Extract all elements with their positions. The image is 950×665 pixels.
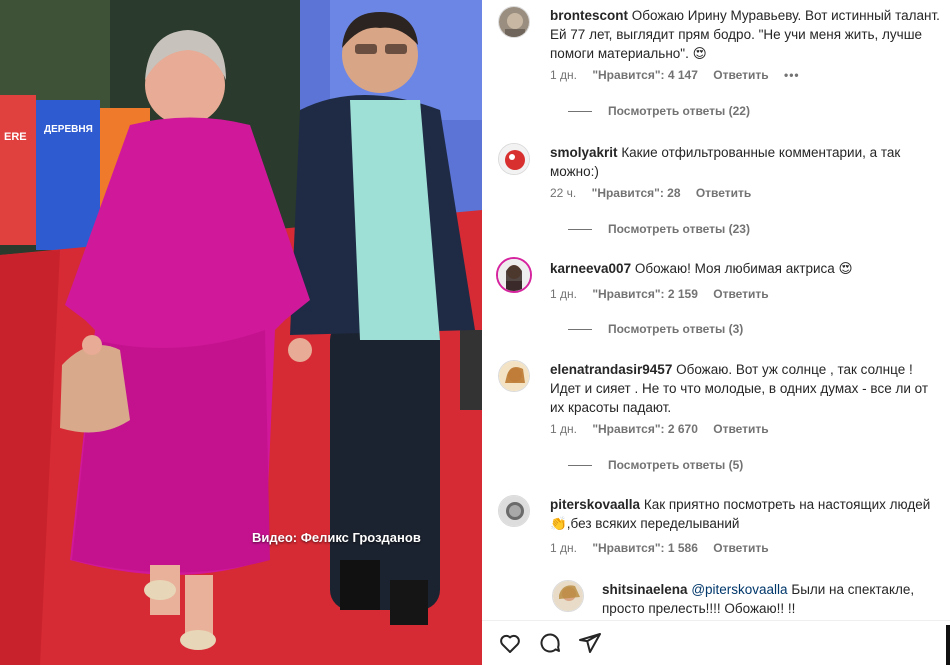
view-replies-button[interactable]: Посмотреть ответы (23)	[568, 222, 750, 236]
comment-username[interactable]: piterskovaalla	[550, 497, 640, 512]
view-replies-button[interactable]: Посмотреть ответы (3)	[568, 322, 743, 336]
avatar-image	[499, 496, 529, 526]
comment-time[interactable]: 1 дн.	[550, 422, 577, 436]
svg-text:ERE: ERE	[4, 131, 27, 143]
comment-meta: 1 дн. "Нравится": 2 159 Ответить	[550, 287, 781, 301]
comment-text-block: brontescont Обожаю Ирину Муравьеву. Вот …	[550, 6, 946, 63]
comment-time[interactable]: 22 ч.	[550, 186, 576, 200]
reply-button[interactable]: Ответить	[713, 541, 768, 555]
comment-username[interactable]: brontescont	[550, 8, 628, 23]
user-avatar[interactable]	[552, 580, 584, 612]
comment-text-block: piterskovaalla Как приятно посмотреть на…	[550, 495, 946, 533]
view-replies-label: Посмотреть ответы (23)	[608, 222, 750, 236]
comment-time[interactable]: 1 дн.	[550, 68, 577, 82]
comment-username[interactable]: karneeva007	[550, 261, 631, 276]
replies-divider	[568, 111, 592, 113]
avatar-image	[499, 361, 529, 391]
comment-username[interactable]: elenatrandasir9457	[550, 362, 672, 377]
svg-text:ДЕРЕВНЯ: ДЕРЕВНЯ	[44, 124, 93, 135]
comment-item: elenatrandasir9457 Обожаю. Вот уж солнце…	[498, 360, 948, 472]
view-replies-button[interactable]: Посмотреть ответы (5)	[568, 458, 743, 472]
avatar-image	[498, 259, 530, 291]
comment-username[interactable]: smolyakrit	[550, 145, 618, 160]
more-options-icon[interactable]: •••	[784, 68, 800, 82]
reply-comment-item: shitsinaelena @piterskovaalla Были на сп…	[552, 580, 942, 620]
comment-time[interactable]: 1 дн.	[550, 287, 577, 301]
replies-divider	[568, 329, 592, 331]
comment-likes[interactable]: "Нравится": 4 147	[592, 68, 698, 82]
comment-likes[interactable]: "Нравится": 28	[592, 186, 681, 200]
comment-likes[interactable]: "Нравится": 1 586	[592, 541, 698, 555]
user-avatar[interactable]	[498, 6, 530, 38]
avatar-image	[499, 144, 529, 174]
replies-divider	[568, 229, 592, 231]
view-replies-label: Посмотреть ответы (5)	[608, 458, 744, 472]
view-replies-label: Посмотреть ответы (3)	[608, 322, 744, 336]
reply-button[interactable]: Ответить	[696, 186, 751, 200]
user-avatar[interactable]	[496, 257, 532, 293]
avatar-image	[499, 7, 529, 37]
comment-item: smolyakrit Какие отфильтрованные коммент…	[498, 143, 948, 243]
comment-likes[interactable]: "Нравится": 2 159	[592, 287, 698, 301]
reply-button[interactable]: Ответить	[713, 287, 768, 301]
comment-item: brontescont Обожаю Ирину Муравьеву. Вот …	[498, 6, 948, 126]
replies-divider	[568, 465, 592, 467]
comment-text-block: karneeva007 Обожаю! Моя любимая актриса …	[550, 259, 946, 278]
comment-item: karneeva007 Обожаю! Моя любимая актриса …	[496, 257, 948, 339]
comment-text-block: shitsinaelena @piterskovaalla Были на сп…	[602, 580, 942, 618]
comment-text-block: elenatrandasir9457 Обожаю. Вот уж солнце…	[550, 360, 946, 417]
share-icon[interactable]	[578, 631, 602, 655]
comment-username[interactable]: shitsinaelena	[602, 582, 688, 597]
video-frame-illustration: ERE ДЕРЕВНЯ	[0, 0, 482, 665]
view-replies-label: Посмотреть ответы (22)	[608, 104, 750, 118]
user-avatar[interactable]	[498, 360, 530, 392]
comment-likes[interactable]: "Нравится": 2 670	[592, 422, 698, 436]
scrollbar[interactable]	[946, 625, 950, 665]
comment-text: Обожаю! Моя любимая актриса 😍	[634, 261, 853, 276]
comment-icon[interactable]	[538, 631, 562, 655]
video-credit-watermark: Видео: Феликс Грозданов	[252, 530, 421, 545]
user-avatar[interactable]	[498, 143, 530, 175]
comments-list[interactable]: brontescont Обожаю Ирину Муравьеву. Вот …	[482, 0, 950, 620]
comment-meta: 22 ч. "Нравится": 28 Ответить	[550, 186, 763, 200]
avatar-image	[553, 581, 583, 611]
comment-meta: 1 дн. "Нравится": 2 670 Ответить	[550, 422, 781, 436]
comment-meta: 1 дн. "Нравится": 1 586 Ответить	[550, 541, 781, 555]
comment-time[interactable]: 1 дн.	[550, 541, 577, 555]
comment-text-block: smolyakrit Какие отфильтрованные коммент…	[550, 143, 946, 181]
user-avatar[interactable]	[498, 495, 530, 527]
mention-link[interactable]: @piterskovaalla	[691, 582, 787, 597]
view-replies-button[interactable]: Посмотреть ответы (22)	[568, 104, 750, 118]
reply-button[interactable]: Ответить	[713, 422, 768, 436]
post-media[interactable]: ERE ДЕРЕВНЯ Видео: Феликс Грозданов	[0, 0, 482, 665]
comment-meta: 1 дн. "Нравится": 4 147 Ответить •••	[550, 68, 812, 82]
post-actions-bar	[482, 620, 950, 665]
comment-item: piterskovaalla Как приятно посмотреть на…	[498, 495, 948, 565]
heart-icon[interactable]	[498, 631, 522, 655]
reply-button[interactable]: Ответить	[713, 68, 768, 82]
